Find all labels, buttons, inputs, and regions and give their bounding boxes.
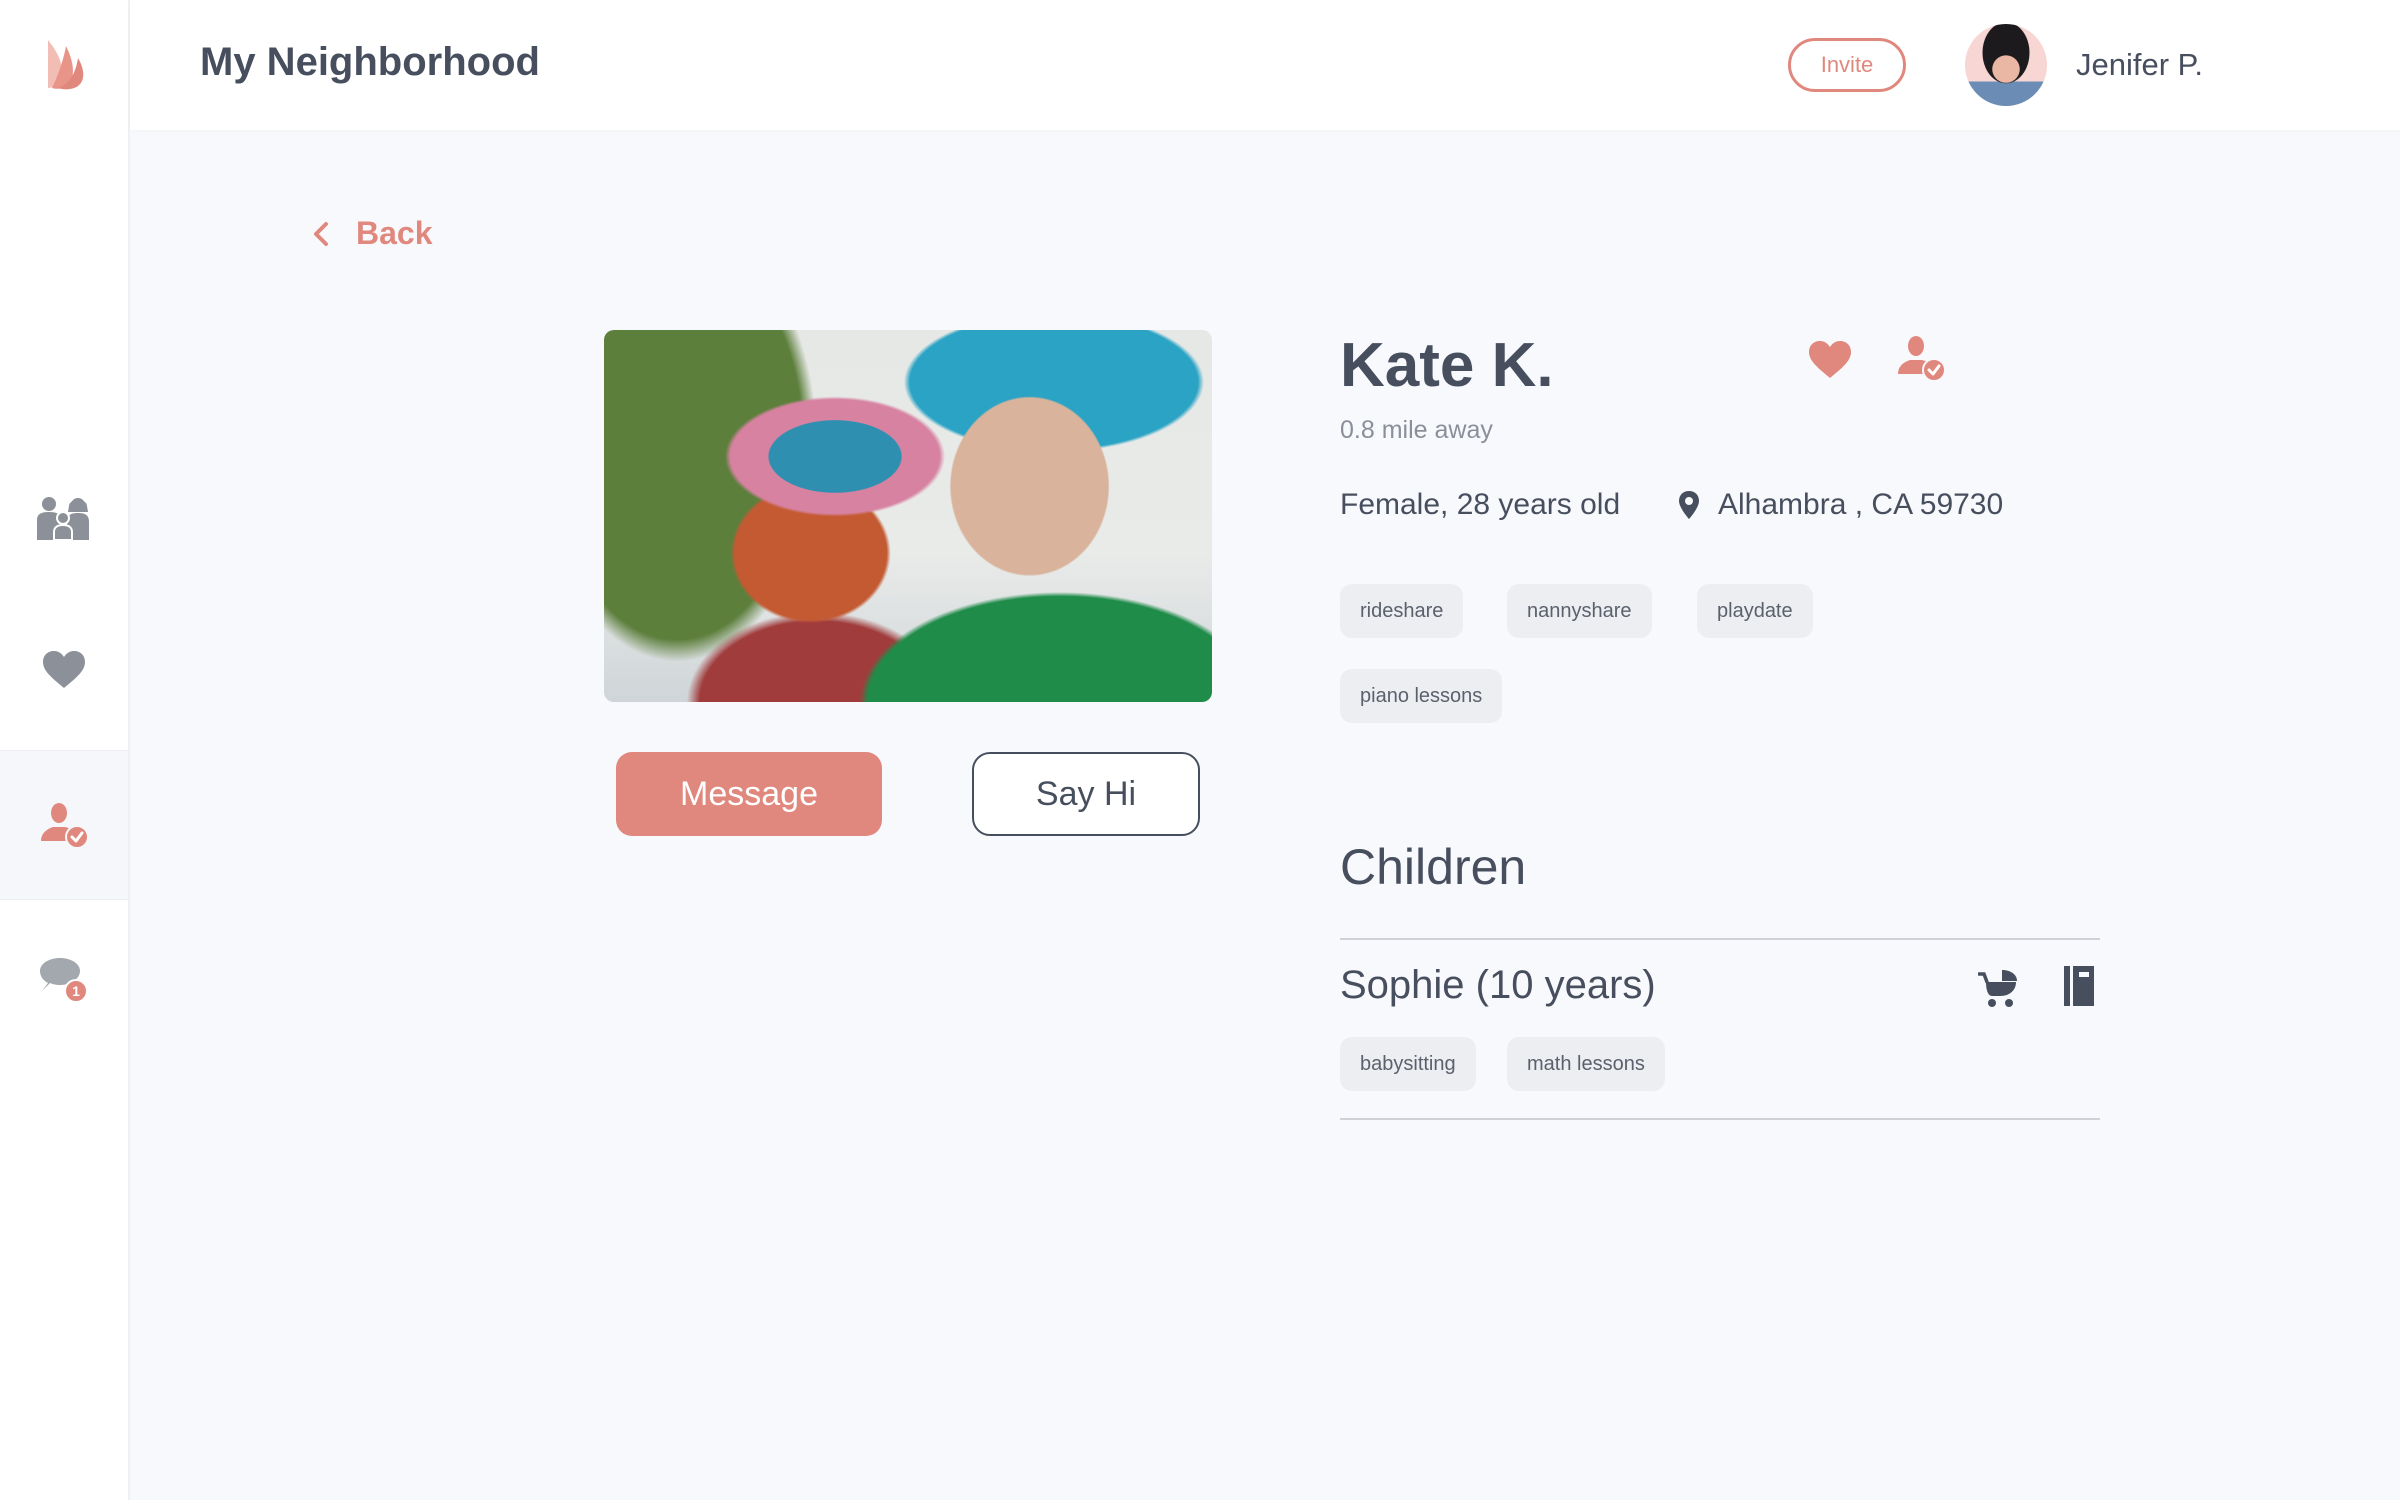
- location-text: Alhambra , CA 59730: [1718, 488, 2004, 521]
- top-header: My Neighborhood Invite Jenifer P.: [130, 0, 2400, 130]
- sidebar-item-connections[interactable]: [0, 750, 128, 900]
- user-name[interactable]: Jenifer P.: [2076, 47, 2203, 83]
- distance-text: 0.8 mile away: [1340, 416, 1493, 444]
- connect-button[interactable]: [1896, 334, 1946, 387]
- child-name: Sophie (10 years): [1340, 963, 1656, 1007]
- divider: [1340, 1118, 2100, 1120]
- page-title: My Neighborhood: [200, 40, 540, 84]
- profile-name: Kate K.: [1340, 331, 1554, 400]
- family-icon: [37, 497, 89, 540]
- stroller-button[interactable]: [1977, 968, 2020, 1013]
- flame-logo-icon[interactable]: [44, 36, 88, 92]
- interest-tag: nannyshare: [1507, 584, 1652, 638]
- favorite-button[interactable]: [1808, 340, 1852, 385]
- child-interest-tag: math lessons: [1507, 1037, 1665, 1091]
- back-label: Back: [356, 215, 433, 251]
- notebook-button[interactable]: [2064, 966, 2094, 1011]
- user-avatar[interactable]: [1965, 24, 2047, 106]
- bio-text: Female, 28 years old: [1340, 488, 1621, 521]
- sidebar-item-messages[interactable]: 1: [0, 905, 128, 1055]
- messages-badge: 1: [72, 983, 80, 999]
- sidebar-item-favorites[interactable]: [0, 595, 128, 745]
- profile-photo: [604, 330, 1212, 702]
- stroller-icon: [1977, 970, 2017, 1007]
- chat-bubble-icon: 1: [40, 958, 88, 1003]
- notebook-icon: [2064, 966, 2094, 1006]
- map-pin-icon: [1679, 491, 1699, 519]
- chevron-left-icon: [314, 221, 328, 246]
- child-interest-tag: babysitting: [1340, 1037, 1476, 1091]
- back-link[interactable]: Back: [312, 215, 433, 252]
- interest-tag: piano lessons: [1340, 669, 1503, 723]
- location: Alhambra , CA 59730: [1678, 488, 2003, 522]
- children-heading: Children: [1340, 839, 1527, 895]
- user-check-icon: [1898, 336, 1946, 382]
- interest-tag: playdate: [1697, 584, 1813, 638]
- invite-button[interactable]: Invite: [1788, 38, 1906, 92]
- divider: [1340, 938, 2100, 940]
- interest-tag: rideshare: [1340, 584, 1464, 638]
- heart-icon: [43, 651, 85, 688]
- sidebar-item-neighbors[interactable]: [0, 443, 128, 593]
- sidebar: 1: [0, 0, 130, 1500]
- say-hi-button[interactable]: Say Hi: [972, 752, 1200, 836]
- message-button[interactable]: Message: [616, 752, 882, 836]
- user-check-icon: [41, 803, 89, 849]
- heart-icon: [1809, 341, 1851, 378]
